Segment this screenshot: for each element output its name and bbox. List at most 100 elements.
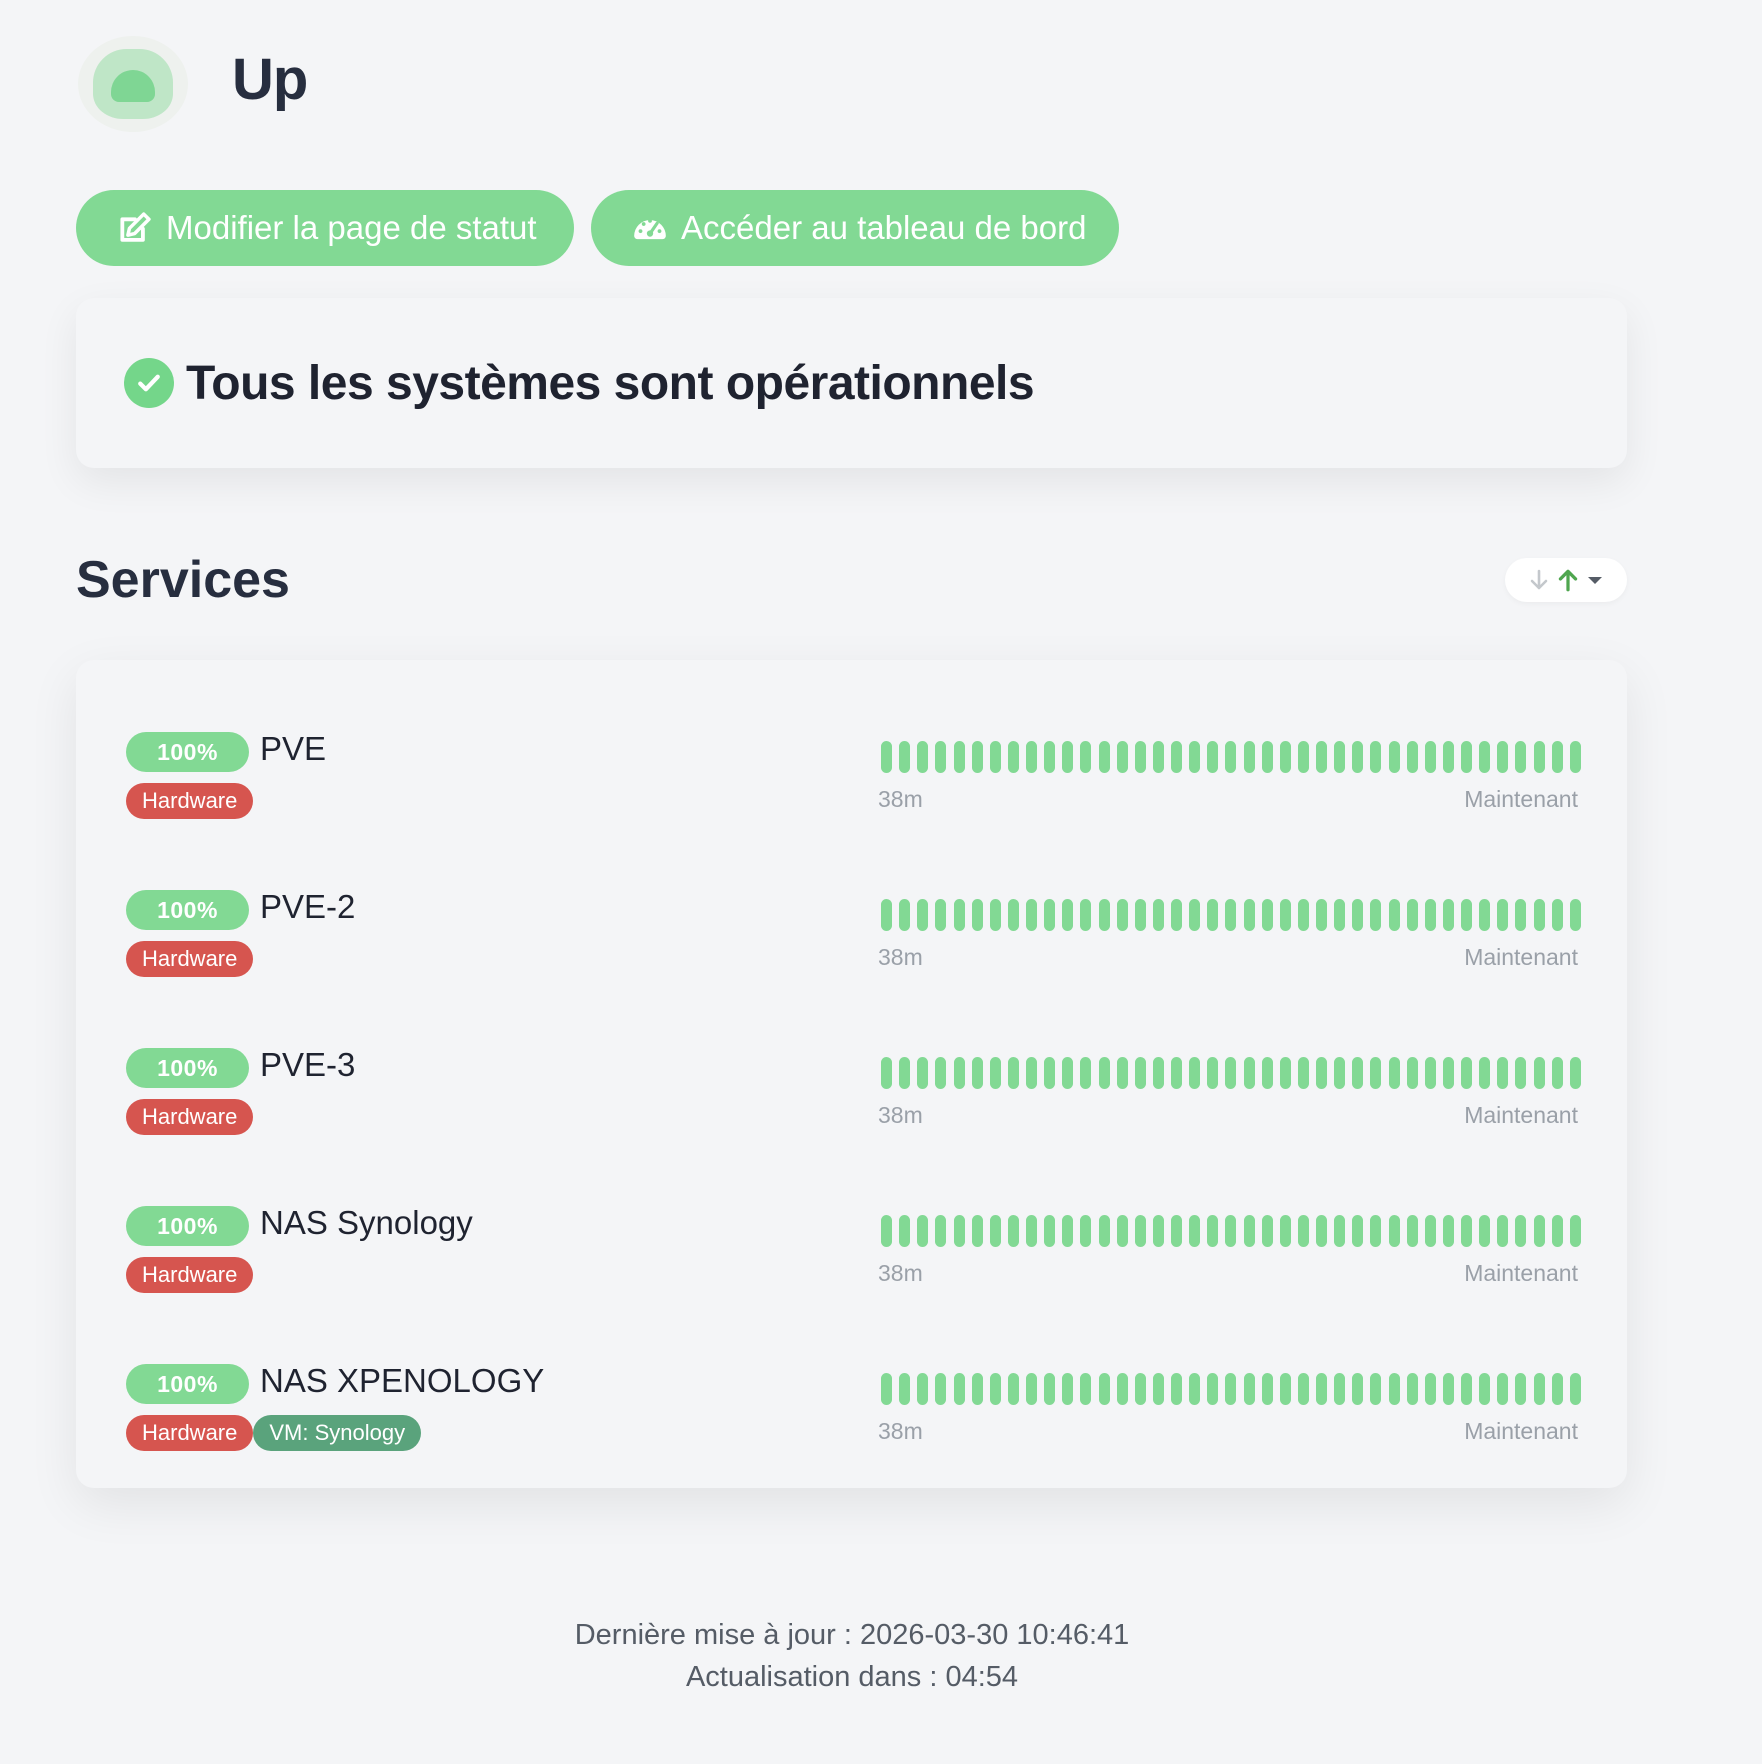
- heartbeat-beat[interactable]: [917, 741, 929, 773]
- heartbeat-beat[interactable]: [1044, 1215, 1056, 1247]
- heartbeat-beat[interactable]: [1134, 899, 1146, 931]
- heartbeat-beat[interactable]: [1026, 1057, 1037, 1089]
- heartbeat-beat[interactable]: [1442, 1057, 1454, 1089]
- heartbeat-beat[interactable]: [1062, 1373, 1074, 1405]
- heartbeat-beat[interactable]: [1207, 741, 1219, 773]
- heartbeat-beat[interactable]: [1062, 741, 1074, 773]
- heartbeat-beat[interactable]: [1515, 741, 1527, 773]
- heartbeat-beat[interactable]: [1442, 741, 1454, 773]
- heartbeat-beat[interactable]: [989, 1215, 1001, 1247]
- heartbeat-beat[interactable]: [1225, 1215, 1237, 1247]
- heartbeat-beat[interactable]: [1044, 899, 1056, 931]
- service-name[interactable]: PVE: [260, 730, 326, 768]
- service-name[interactable]: PVE-3: [260, 1046, 355, 1084]
- heartbeat-beat[interactable]: [1116, 1215, 1128, 1247]
- service-name[interactable]: NAS XPENOLOGY: [260, 1362, 544, 1400]
- heartbeat-beat[interactable]: [1116, 1373, 1128, 1405]
- heartbeat-beat[interactable]: [1279, 899, 1291, 931]
- heartbeat-beat[interactable]: [1062, 1215, 1074, 1247]
- heartbeat-beat[interactable]: [989, 1373, 1001, 1405]
- heartbeat-beat[interactable]: [1551, 1215, 1563, 1247]
- heartbeat-beat[interactable]: [989, 899, 1001, 931]
- heartbeat-beat[interactable]: [1334, 1215, 1346, 1247]
- heartbeat-beat[interactable]: [1243, 741, 1255, 773]
- heartbeat-beat[interactable]: [1026, 1373, 1037, 1405]
- heartbeat-beat[interactable]: [1388, 899, 1400, 931]
- edit-status-page-button[interactable]: Modifier la page de statut: [76, 190, 574, 266]
- heartbeat-beat[interactable]: [1261, 1057, 1273, 1089]
- heartbeat-beat[interactable]: [1352, 1057, 1364, 1089]
- heartbeat-beat[interactable]: [1261, 1215, 1273, 1247]
- heartbeat-beat[interactable]: [1569, 899, 1581, 931]
- heartbeat-beat[interactable]: [1352, 741, 1364, 773]
- heartbeat-beat[interactable]: [1497, 1057, 1509, 1089]
- heartbeat-beat[interactable]: [1479, 741, 1491, 773]
- heartbeat-beat[interactable]: [1497, 899, 1509, 931]
- heartbeat-beat[interactable]: [1044, 1373, 1056, 1405]
- heartbeat-beat[interactable]: [1080, 1057, 1092, 1089]
- heartbeat-beat[interactable]: [1352, 1215, 1364, 1247]
- heartbeat-beat[interactable]: [1243, 899, 1255, 931]
- heartbeat-beat[interactable]: [1479, 1215, 1491, 1247]
- heartbeat-beat[interactable]: [1134, 1373, 1146, 1405]
- heartbeat-beat[interactable]: [953, 1057, 965, 1089]
- heartbeat-beat[interactable]: [1171, 741, 1182, 773]
- heartbeat-beat[interactable]: [1297, 1215, 1309, 1247]
- heartbeat-beat[interactable]: [1080, 1215, 1092, 1247]
- heartbeat-beat[interactable]: [971, 1373, 983, 1405]
- heartbeat-beat[interactable]: [1243, 1215, 1255, 1247]
- heartbeat-beat[interactable]: [1261, 741, 1273, 773]
- heartbeat-beat[interactable]: [1533, 1057, 1545, 1089]
- heartbeat-beat[interactable]: [1134, 1057, 1146, 1089]
- heartbeat-beat[interactable]: [917, 1057, 929, 1089]
- heartbeat-beat[interactable]: [1026, 899, 1037, 931]
- heartbeat-beat[interactable]: [1442, 1373, 1454, 1405]
- heartbeat-beat[interactable]: [1316, 1057, 1327, 1089]
- heartbeat-beat[interactable]: [1334, 899, 1346, 931]
- heartbeat-beat[interactable]: [935, 1057, 947, 1089]
- heartbeat-beat[interactable]: [1044, 1057, 1056, 1089]
- heartbeat-beat[interactable]: [1406, 741, 1418, 773]
- heartbeat-beat[interactable]: [1515, 1057, 1527, 1089]
- heartbeat-beat[interactable]: [881, 899, 892, 931]
- heartbeat-beat[interactable]: [1062, 899, 1074, 931]
- heartbeat-beat[interactable]: [917, 1373, 929, 1405]
- heartbeat-beat[interactable]: [1171, 899, 1182, 931]
- heartbeat-beat[interactable]: [935, 1373, 947, 1405]
- heartbeat-beat[interactable]: [1152, 741, 1164, 773]
- heartbeat-beat[interactable]: [1261, 1373, 1273, 1405]
- heartbeat-beat[interactable]: [1569, 1057, 1581, 1089]
- heartbeat-beat[interactable]: [1497, 1215, 1509, 1247]
- dashboard-button[interactable]: Accéder au tableau de bord: [591, 190, 1119, 266]
- heartbeat-beat[interactable]: [1116, 1057, 1128, 1089]
- heartbeat-beat[interactable]: [1279, 1057, 1291, 1089]
- heartbeat-beat[interactable]: [1189, 899, 1201, 931]
- heartbeat-beat[interactable]: [1515, 1373, 1527, 1405]
- heartbeat-beat[interactable]: [881, 1057, 892, 1089]
- heartbeat-beat[interactable]: [1551, 899, 1563, 931]
- heartbeat-beat[interactable]: [1461, 899, 1472, 931]
- heartbeat-beat[interactable]: [935, 899, 947, 931]
- heartbeat-beat[interactable]: [1461, 741, 1472, 773]
- heartbeat-beat[interactable]: [1243, 1373, 1255, 1405]
- heartbeat-beat[interactable]: [1424, 1373, 1436, 1405]
- heartbeat-beat[interactable]: [1098, 1373, 1110, 1405]
- heartbeat-beat[interactable]: [1569, 1215, 1581, 1247]
- heartbeat-beat[interactable]: [899, 1373, 911, 1405]
- heartbeat-beat[interactable]: [935, 1215, 947, 1247]
- heartbeat-beat[interactable]: [1225, 899, 1237, 931]
- heartbeat-beat[interactable]: [1007, 1057, 1019, 1089]
- heartbeat-beat[interactable]: [1098, 741, 1110, 773]
- heartbeat-beat[interactable]: [1207, 1057, 1219, 1089]
- heartbeat-beat[interactable]: [899, 741, 911, 773]
- heartbeat-beat[interactable]: [1515, 1215, 1527, 1247]
- heartbeat-beat[interactable]: [953, 741, 965, 773]
- heartbeat-beat[interactable]: [1152, 1215, 1164, 1247]
- heartbeat-beat[interactable]: [899, 899, 911, 931]
- heartbeat-beat[interactable]: [1533, 741, 1545, 773]
- heartbeat-beat[interactable]: [1297, 899, 1309, 931]
- heartbeat-beat[interactable]: [1189, 1057, 1201, 1089]
- heartbeat-beat[interactable]: [1279, 1373, 1291, 1405]
- heartbeat-beat[interactable]: [1152, 899, 1164, 931]
- heartbeat-beat[interactable]: [971, 899, 983, 931]
